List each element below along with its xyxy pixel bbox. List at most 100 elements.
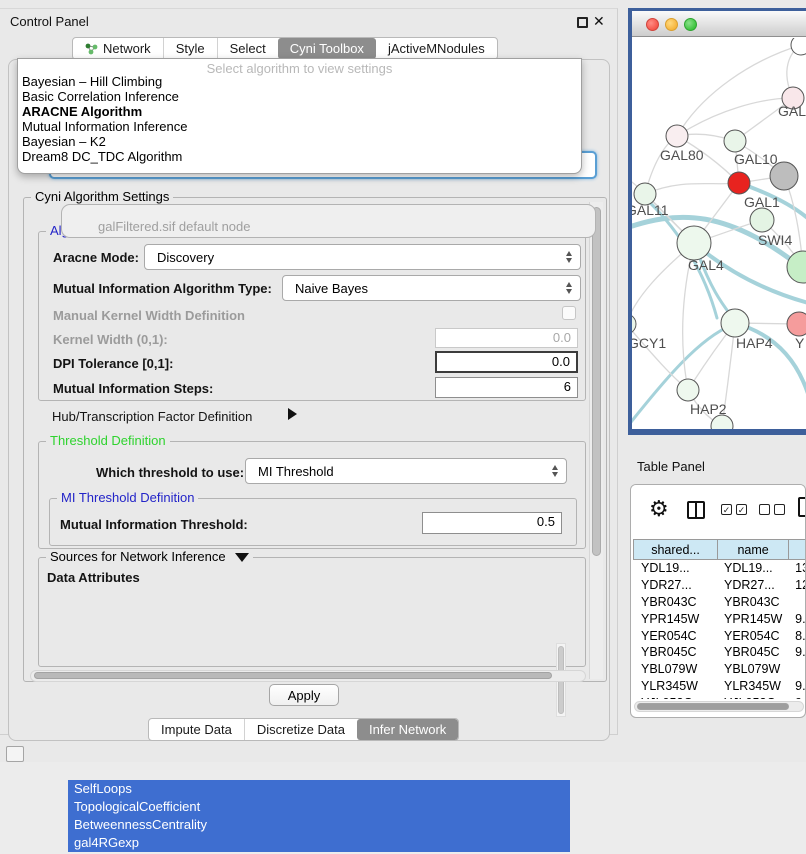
table-row[interactable]: YDL19...YDL19...13 (633, 560, 806, 577)
tab-impute-data[interactable]: Impute Data (149, 719, 244, 740)
table-cell: YPR145W (718, 612, 789, 626)
table-row[interactable]: YBL079WYBL079W (633, 661, 806, 678)
network-canvas[interactable]: GALGAL80GAL10GAL1GAL11SWI4GAL4GCY1HAP4YH… (632, 38, 806, 429)
menu-item[interactable]: ARACNE Algorithm (18, 104, 581, 119)
network-edge[interactable] (645, 183, 739, 194)
table-cell: YLR345W (718, 679, 789, 693)
network-node-swi4[interactable] (750, 208, 774, 232)
table-row[interactable]: YLR345WYLR345W9. (633, 678, 806, 695)
table-body[interactable]: YDL19...YDL19...13YDR27...YDR27...12YBR0… (633, 560, 806, 699)
table-cell: YBL079W (633, 662, 718, 676)
menu-item[interactable]: Dream8 DC_TDC Algorithm (18, 149, 581, 164)
menu-item[interactable]: Mutual Information Inference (18, 119, 581, 134)
cyni-algorithm-settings-group: Cyni Algorithm Settings Algorithm Defini… (23, 197, 607, 682)
expand-right-triangle-icon[interactable] (288, 408, 297, 420)
float-window-icon[interactable] (577, 17, 588, 28)
sources-legend[interactable]: Sources for Network Inference (46, 549, 253, 564)
network-window-titlebar[interactable] (632, 11, 806, 37)
apply-button[interactable]: Apply (269, 684, 339, 706)
table-cell: YLR345W (633, 679, 718, 693)
sources-legend-text: Sources for Network Inference (50, 549, 226, 564)
table-column-header[interactable]: shared... (633, 539, 718, 560)
dpi-tolerance-field[interactable]: 0.0 (435, 351, 578, 373)
table-horizontal-scrollbar[interactable] (634, 701, 804, 712)
network-node-y[interactable] (787, 312, 806, 336)
table-cell: 9. (789, 645, 806, 659)
table-cell: YPR145W (633, 612, 718, 626)
algorithm-menu-placeholder: Select algorithm to view settings (18, 59, 581, 74)
table-row[interactable]: YJL053CYJL053C9 (633, 694, 806, 699)
tab-network[interactable]: Network (73, 38, 163, 59)
table-row[interactable]: YPR145WYPR145W9. (633, 610, 806, 627)
network-node-gal4[interactable] (677, 226, 711, 260)
minimize-traffic-light-icon[interactable] (665, 18, 678, 31)
which-threshold-label: Which threshold to use: (96, 465, 244, 480)
checked-checkbox-icon[interactable]: ✓ (721, 504, 732, 515)
network-node[interactable] (787, 251, 806, 283)
close-traffic-light-icon[interactable] (646, 18, 659, 31)
table-row[interactable]: YDR27...YDR27...12 (633, 577, 806, 594)
tab-jactivemnodules[interactable]: jActiveMNodules (376, 38, 497, 59)
network-edge[interactable] (677, 45, 801, 136)
table-data-combobox[interactable]: galFiltered.sif default node (61, 204, 596, 238)
hub-definition-label[interactable]: Hub/Transcription Factor Definition (52, 409, 252, 424)
table-cell: 9 (789, 696, 806, 699)
tab-style[interactable]: Style (163, 38, 217, 59)
network-node-gal1[interactable] (728, 172, 750, 194)
kernel-width-field[interactable]: 0.0 (435, 328, 578, 348)
control-panel-tabbar: NetworkStyleSelectCyni Toolbox jActiveMNo… (72, 37, 498, 60)
table-horizontal-scrollbar-thumb[interactable] (637, 703, 789, 710)
mi-algorithm-type-select[interactable]: Naive Bayes (282, 275, 581, 301)
network-node-label: GCY1 (632, 335, 666, 351)
manual-kernel-width-checkbox[interactable] (562, 306, 576, 320)
attribute-list-item[interactable]: TopologicalCoefficient (68, 798, 570, 816)
tab-cyni-toolbox[interactable]: Cyni Toolbox (278, 38, 376, 59)
table-row[interactable]: YER054CYER054C8. (633, 627, 806, 644)
mi-steps-field[interactable]: 6 (435, 377, 578, 398)
table-header-row[interactable]: shared...name (633, 539, 806, 560)
settings-vertical-scrollbar[interactable] (589, 202, 603, 679)
columns-icon[interactable] (687, 501, 705, 519)
network-node[interactable] (711, 415, 733, 429)
network-node[interactable] (770, 162, 798, 190)
attribute-list-item[interactable]: SelfLoops (68, 780, 570, 798)
collapse-down-triangle-icon[interactable] (235, 553, 249, 562)
tab-discretize-data[interactable]: Discretize Data (244, 719, 357, 740)
table-toolbar: ⚙ ✓ ✓ (631, 485, 805, 539)
unchecked-checkbox-icon[interactable] (774, 504, 785, 515)
attribute-list-item[interactable]: gal4RGexp (68, 834, 570, 852)
settings-vertical-scrollbar-thumb[interactable] (592, 207, 601, 556)
network-node-hap4[interactable] (721, 309, 749, 337)
network-edge[interactable] (632, 324, 688, 390)
data-attributes-list[interactable]: SelfLoopsTopologicalCoefficientBetweenne… (68, 780, 570, 854)
which-threshold-select[interactable]: MI Threshold (245, 458, 567, 484)
tab-infer-network[interactable]: Infer Network (357, 719, 458, 740)
tab-label: jActiveMNodules (388, 41, 485, 56)
menu-item[interactable]: Basic Correlation Inference (18, 89, 581, 104)
table-cell: YDR27... (633, 578, 718, 592)
menu-item[interactable]: Bayesian – Hill Climbing (18, 74, 581, 89)
collapsed-panel-icon[interactable] (6, 746, 24, 762)
table-column-header[interactable] (789, 539, 806, 560)
network-node-gal10[interactable] (724, 130, 746, 152)
table-cell: 13 (789, 561, 806, 575)
attribute-list-item[interactable]: BetweennessCentrality (68, 816, 570, 834)
table-row[interactable]: YBR045CYBR045C9. (633, 644, 806, 661)
tab-select[interactable]: Select (217, 38, 278, 59)
mi-threshold-field[interactable]: 0.5 (422, 512, 562, 534)
network-node-gcy1[interactable] (632, 314, 636, 334)
menu-item[interactable]: Bayesian – K2 (18, 134, 581, 149)
close-icon[interactable]: ✕ (593, 13, 605, 30)
table-column-header[interactable]: name (718, 539, 789, 560)
checked-checkbox-icon[interactable]: ✓ (736, 504, 747, 515)
aracne-mode-select[interactable]: Discovery (144, 244, 581, 270)
page-icon[interactable] (798, 497, 806, 517)
settings-horizontal-scrollbar-thumb[interactable] (34, 672, 552, 679)
table-row[interactable]: YBR043CYBR043C (633, 594, 806, 611)
gear-icon[interactable]: ⚙ (649, 498, 669, 520)
zoom-traffic-light-icon[interactable] (684, 18, 697, 31)
unchecked-checkbox-icon[interactable] (759, 504, 770, 515)
settings-horizontal-scrollbar[interactable] (30, 670, 586, 682)
network-node-gal80[interactable] (666, 125, 688, 147)
network-node-hap2[interactable] (677, 379, 699, 401)
